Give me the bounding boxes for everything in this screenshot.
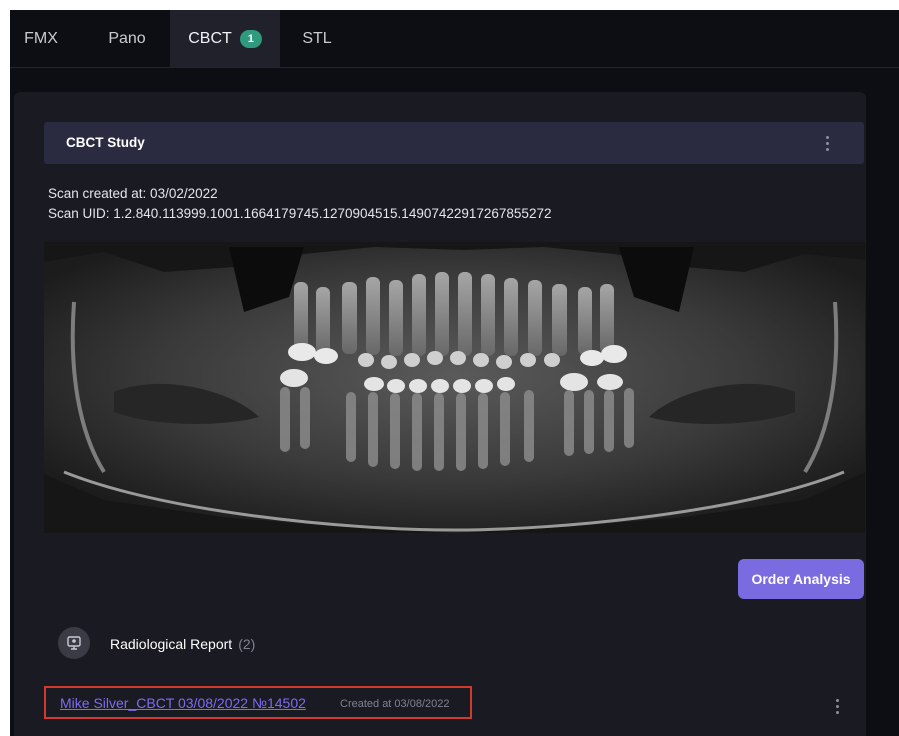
kebab-menu-icon[interactable] bbox=[816, 132, 838, 154]
report-section-title: Radiological Report (2) bbox=[110, 636, 255, 652]
tab-label: Pano bbox=[108, 29, 146, 47]
study-header: CBCT Study bbox=[44, 122, 864, 164]
report-link[interactable]: Mike Silver_CBCT 03/08/2022 №14502 bbox=[60, 695, 306, 711]
tab-label: CBCT bbox=[188, 29, 232, 47]
tab-bar: FMX Pano CBCT 1 STL bbox=[10, 10, 899, 68]
report-count: (2) bbox=[238, 636, 256, 652]
panoramic-xray-image bbox=[44, 242, 865, 533]
tab-label: STL bbox=[302, 29, 332, 47]
tab-label: FMX bbox=[24, 29, 58, 47]
report-section-label: Radiological Report bbox=[110, 636, 233, 652]
study-panel: CBCT Study Scan created at: 03/02/2022 S… bbox=[14, 92, 866, 736]
tab-count-badge: 1 bbox=[239, 29, 262, 48]
report-list-item: Mike Silver_CBCT 03/08/2022 №14502 Creat… bbox=[44, 686, 472, 719]
scan-created-date: Scan created at: 03/02/2022 bbox=[48, 186, 218, 201]
tab-stl[interactable]: STL bbox=[288, 10, 346, 67]
kebab-menu-icon[interactable] bbox=[826, 695, 848, 717]
app-frame: FMX Pano CBCT 1 STL CBCT Study Scan crea… bbox=[10, 10, 899, 736]
scan-uid: Scan UID: 1.2.840.113999.1001.1664179745… bbox=[48, 206, 552, 221]
tab-pano[interactable]: Pano bbox=[94, 10, 160, 67]
tab-cbct[interactable]: CBCT 1 bbox=[170, 10, 280, 67]
report-created-date: Created at 03/08/2022 bbox=[340, 698, 450, 710]
report-icon bbox=[58, 627, 90, 659]
study-title: CBCT Study bbox=[66, 135, 145, 150]
order-analysis-button[interactable]: Order Analysis bbox=[738, 559, 864, 599]
tab-fmx[interactable]: FMX bbox=[10, 10, 72, 67]
